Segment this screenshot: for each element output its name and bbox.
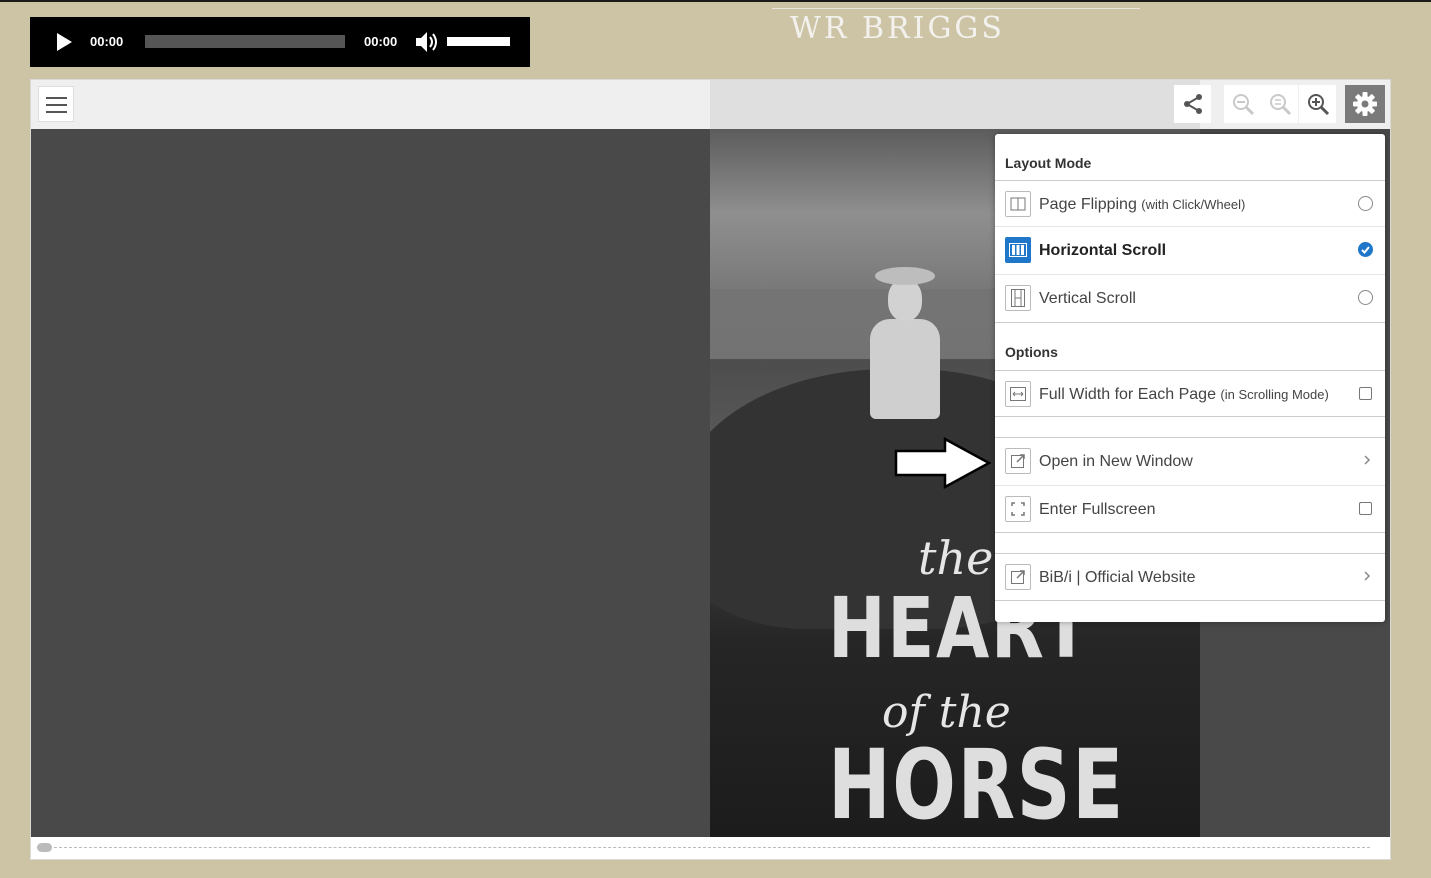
chevron-right-icon [1364,571,1371,581]
enter-fullscreen-label: Enter Fullscreen [1039,501,1156,518]
divider [995,600,1385,601]
divider [995,322,1385,323]
cover-author: WR BRIGGS [790,11,1005,46]
author-line [772,8,1140,9]
page-flipping-radio[interactable] [1358,196,1373,211]
option-full-width[interactable]: Full Width for Each Page (in Scrolling M… [995,370,1385,416]
divider [995,416,1385,417]
zoom-in-button[interactable] [1299,85,1336,123]
volume-fill [447,37,510,46]
vertical-scroll-label: Vertical Scroll [1039,290,1136,307]
layout-vertical-scroll[interactable]: Vertical Scroll [995,274,1385,320]
cover-rider-head [888,279,922,321]
play-icon [57,33,72,51]
fullscreen-icon [1005,496,1031,522]
layout-horizontal-scroll[interactable]: Horizontal Scroll [995,226,1385,272]
audio-progress-bar[interactable] [145,35,345,48]
volume-icon [416,32,437,52]
full-width-icon [1005,381,1031,407]
official-website-link[interactable]: BiB/i | Official Website [995,553,1385,599]
page-flipping-icon [1005,191,1031,217]
zoom-out-icon [1232,94,1254,116]
cover-rider [870,319,940,419]
slider-track [39,847,1370,848]
hamburger-line [46,111,67,113]
hamburger-line [46,104,67,106]
vertical-scroll-icon [1005,285,1031,311]
open-new-window-label: Open in New Window [1039,453,1193,470]
share-button[interactable] [1174,85,1211,123]
arrow-right-icon [894,437,992,489]
slider-knob[interactable] [37,843,52,852]
chevron-right-icon [1364,455,1371,465]
external-link-icon [1005,448,1031,474]
duration-time: 00:00 [364,34,398,49]
fullscreen-checkbox[interactable] [1359,502,1372,515]
open-new-window[interactable]: Open in New Window [995,437,1385,483]
horizontal-scroll-icon [1005,237,1031,263]
settings-button[interactable] [1345,85,1385,123]
full-width-label: Full Width for Each Page (in Scrolling M… [1039,386,1329,404]
audio-player: 00:00 00:00 [30,17,530,67]
enter-fullscreen[interactable]: Enter Fullscreen [995,485,1385,531]
zoom-reset-icon [1269,94,1291,116]
mute-button[interactable] [414,29,440,55]
official-website-label: BiB/i | Official Website [1039,569,1196,586]
viewer-menubar [31,80,1390,129]
page-flipping-text: Page Flipping [1039,196,1137,213]
vertical-scroll-radio[interactable] [1358,290,1373,305]
gear-icon [1353,92,1377,116]
current-time: 00:00 [90,34,124,49]
menubar-cover-mask [710,80,1200,129]
toc-menu-button[interactable] [38,86,74,122]
cover-title-the: the [918,531,994,585]
cover-title-horse: HORSE [828,729,1125,837]
hamburger-line [46,97,67,99]
divider [995,532,1385,533]
check-icon [1361,246,1370,254]
cover-rider-hat [875,267,935,285]
external-link-icon [1005,564,1031,590]
play-button[interactable] [54,32,74,52]
volume-slider[interactable] [447,37,510,46]
zoom-in-icon [1307,94,1329,116]
full-width-note: (in Scrolling Mode) [1220,387,1329,402]
full-width-text: Full Width for Each Page [1039,386,1216,403]
layout-mode-title: Layout Mode [1005,155,1092,171]
settings-menu: Layout Mode Page Flipping (with Click/Wh… [995,134,1385,622]
top-border [0,0,1431,2]
page-flipping-note: (with Click/Wheel) [1141,197,1246,212]
page-nav-slider[interactable] [31,837,1390,859]
zoom-out-button[interactable] [1224,85,1261,123]
zoom-reset-button[interactable] [1261,85,1298,123]
layout-page-flipping[interactable]: Page Flipping (with Click/Wheel) [995,180,1385,226]
page-flipping-label: Page Flipping (with Click/Wheel) [1039,196,1245,214]
options-title: Options [1005,344,1058,360]
full-width-checkbox[interactable] [1359,387,1372,400]
horizontal-scroll-label: Horizontal Scroll [1039,242,1167,259]
share-icon [1183,94,1202,114]
horizontal-scroll-radio[interactable] [1358,242,1373,257]
